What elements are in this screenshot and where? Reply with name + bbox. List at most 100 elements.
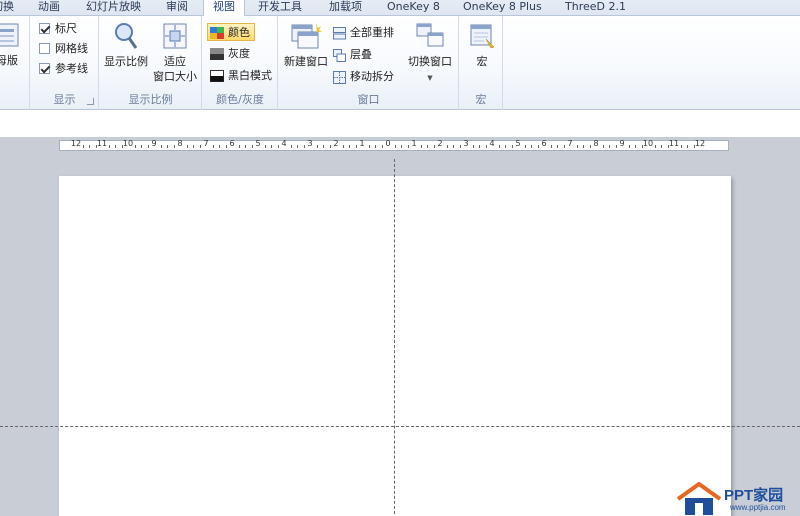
ruler-tick xyxy=(453,145,454,148)
arrange-all-icon xyxy=(333,26,346,39)
slide-canvas[interactable] xyxy=(59,176,731,516)
ruler-tick xyxy=(375,145,376,148)
checkbox-checked-icon xyxy=(39,62,50,74)
ruler-label: 3 xyxy=(463,139,469,148)
ruler-tick xyxy=(420,145,422,148)
ruler-tick xyxy=(199,145,201,148)
ruler-tick xyxy=(316,145,318,148)
ruler-label: 1 xyxy=(359,139,365,148)
macros-label: 宏 xyxy=(476,55,488,68)
ruler-label: 5 xyxy=(255,139,261,148)
switch-window-label: 切换窗口 xyxy=(408,55,452,68)
ruler-tick xyxy=(238,145,240,148)
grayscale-button[interactable]: 灰度 xyxy=(210,45,250,63)
ruler-tick xyxy=(446,145,448,148)
zoom-button[interactable]: 显示比例 xyxy=(103,21,149,69)
ruler-label: 11 xyxy=(668,139,680,148)
switch-window-button[interactable]: 切换窗口 ▼ xyxy=(403,21,457,86)
ruler-tick xyxy=(609,145,610,148)
dialog-launcher-icon[interactable] xyxy=(87,98,94,105)
group-window: 新建窗口 全部重排 层叠 移动拆分 切换窗口 ▼ 窗口 xyxy=(279,16,459,110)
tab-threed[interactable]: ThreeD 2.1 xyxy=(565,0,626,16)
horizontal-ruler[interactable]: 12 11 10 9 8 7 6 5 4 3 2 1 0 1 2 3 4 5 6 7 8 9 10 11 12 xyxy=(59,139,729,151)
color-button[interactable]: 颜色 xyxy=(207,23,255,41)
tab-developer[interactable]: 开发工具 xyxy=(258,0,302,16)
horizontal-guide[interactable] xyxy=(0,426,800,427)
ruler-tick xyxy=(167,145,168,148)
ribbon-gap xyxy=(0,111,800,137)
slide-editing-area[interactable]: 12 11 10 9 8 7 6 5 4 3 2 1 0 1 2 3 4 5 6 7 8 9 10 11 12 PPT家园 ww… xyxy=(0,137,800,516)
ruler-label: 2 xyxy=(437,139,443,148)
vertical-guide[interactable] xyxy=(394,159,395,516)
ruler-tick xyxy=(615,145,617,148)
group-color-label: 颜色/灰度 xyxy=(216,93,264,106)
ruler-tick xyxy=(186,145,188,148)
ruler-label: 6 xyxy=(541,139,547,148)
ruler-tick xyxy=(141,145,142,148)
ruler-tick xyxy=(680,145,682,148)
tab-animations[interactable]: 动画 xyxy=(38,0,60,16)
ruler-tick xyxy=(472,145,474,148)
color-icon xyxy=(210,27,224,39)
ruler-tick xyxy=(219,145,220,148)
cascade-button[interactable]: 层叠 xyxy=(333,46,372,64)
ruler-tick xyxy=(225,145,227,148)
switch-window-icon xyxy=(416,23,444,47)
ruler-tick xyxy=(401,145,402,148)
ruler-label: 12 xyxy=(70,139,82,148)
ruler-label: 7 xyxy=(203,139,209,148)
group-window-label: 窗口 xyxy=(357,93,380,106)
ruler-tick xyxy=(407,145,409,148)
ruler-tick xyxy=(82,145,84,148)
master-button[interactable]: 母版 xyxy=(0,22,28,68)
tab-addins[interactable]: 加载项 xyxy=(329,0,362,16)
ruler-tick xyxy=(89,145,90,148)
cascade-label: 层叠 xyxy=(350,48,372,61)
tab-transitions[interactable]: 切换 xyxy=(0,0,14,16)
move-split-icon xyxy=(333,70,346,84)
new-window-button[interactable]: 新建窗口 xyxy=(281,21,331,69)
black-white-icon xyxy=(210,70,224,82)
ruler-tick xyxy=(589,145,591,148)
tab-onekey8[interactable]: OneKey 8 xyxy=(387,0,440,16)
fit-line1: 适应 xyxy=(164,55,186,68)
guides-checkbox[interactable]: 参考线 xyxy=(39,60,88,78)
ruler-tick xyxy=(433,145,435,148)
gridlines-checkbox[interactable]: 网格线 xyxy=(39,40,88,58)
fit-to-window-button[interactable]: 适应 窗口大小 xyxy=(150,21,200,84)
ruler-tick xyxy=(368,145,370,148)
pptjia-watermark: PPT家园 www.pptjia.com xyxy=(672,482,800,516)
black-white-button-label: 黑白模式 xyxy=(228,69,272,82)
house-logo-icon xyxy=(676,482,722,515)
tab-view[interactable]: 视图 xyxy=(203,0,245,17)
tab-onekey8-plus[interactable]: OneKey 8 Plus xyxy=(463,0,542,16)
ruler-tick xyxy=(290,145,292,148)
ruler-label: 0 xyxy=(385,139,391,148)
ruler-tick xyxy=(134,145,136,148)
ruler-tick xyxy=(485,145,487,148)
ruler-checkbox[interactable]: 标尺 xyxy=(39,20,77,38)
ruler-tick xyxy=(524,145,526,148)
ruler-label: 3 xyxy=(307,139,313,148)
ruler-label: 2 xyxy=(333,139,339,148)
macros-button[interactable]: 宏 xyxy=(462,21,502,69)
ruler-tick xyxy=(329,145,331,148)
ruler-tick xyxy=(212,145,214,148)
ruler-tick xyxy=(531,145,532,148)
ruler-checkbox-label: 标尺 xyxy=(55,22,77,35)
arrange-all-button[interactable]: 全部重排 xyxy=(333,24,394,42)
tab-review[interactable]: 审阅 xyxy=(166,0,188,16)
ribbon: 母版 标尺 网格线 参考线 显示 显示比例 适应 窗口大小 显示比例 颜色 灰度… xyxy=(0,16,800,110)
ruler-tick xyxy=(479,145,480,148)
tab-slideshow[interactable]: 幻灯片放映 xyxy=(86,0,141,16)
group-color-grayscale: 颜色 灰度 黑白模式 颜色/灰度 xyxy=(203,16,278,110)
move-split-button[interactable]: 移动拆分 xyxy=(333,68,394,86)
ruler-tick xyxy=(498,145,500,148)
ruler-label: 4 xyxy=(489,139,495,148)
ruler-tick xyxy=(173,145,175,148)
group-zoom: 显示比例 适应 窗口大小 显示比例 xyxy=(100,16,202,110)
black-white-button[interactable]: 黑白模式 xyxy=(210,67,272,85)
ruler-tick xyxy=(628,145,630,148)
guides-checkbox-label: 参考线 xyxy=(55,62,88,75)
ruler-tick xyxy=(576,145,578,148)
